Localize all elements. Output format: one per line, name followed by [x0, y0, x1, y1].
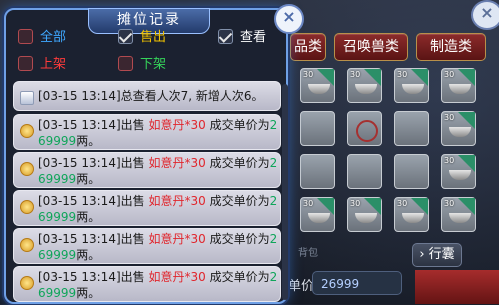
grid-slot-empty[interactable] [347, 154, 382, 189]
checkbox-icon[interactable] [118, 56, 133, 71]
tab-crafting[interactable]: 制造类 [416, 33, 486, 61]
coin-icon [20, 200, 34, 214]
grid-slot-empty[interactable] [300, 154, 335, 189]
record-list: [03-15 13:14]总查看人次7, 新增人次6。 [03-15 13:14… [13, 81, 281, 305]
price-label: 单价 [288, 279, 315, 294]
grid-slot-bowl[interactable]: 30 [300, 197, 335, 232]
blocked-icon [356, 120, 378, 142]
bowl-icon [308, 84, 330, 94]
checkbox-icon[interactable] [18, 56, 33, 71]
scrollbar[interactable] [282, 84, 288, 300]
bowl-icon [355, 84, 377, 94]
bowl-icon [449, 213, 471, 223]
coin-icon [20, 124, 34, 138]
grid-slot-bowl[interactable]: 30 [441, 154, 476, 189]
close-icon[interactable]: × [471, 0, 499, 30]
grid-slot-bowl[interactable]: 30 [394, 197, 429, 232]
checkbox-checked-icon[interactable] [118, 29, 133, 44]
grid-slot-bowl[interactable]: 30 [394, 68, 429, 103]
grid-slot-bowl[interactable]: 30 [347, 197, 382, 232]
grid-slot-locked[interactable] [347, 111, 382, 146]
bowl-icon [402, 84, 424, 94]
coin-icon [20, 238, 34, 252]
item-grid: 30 30 30 30 30 30 30 30 30 30 [300, 68, 480, 238]
bag-label: 背包 [298, 248, 318, 259]
grid-slot-bowl[interactable]: 30 [347, 68, 382, 103]
coin-icon [20, 276, 34, 290]
grid-slot-bowl[interactable]: 30 [441, 197, 476, 232]
list-item: [03-15 13:14]出售 如意丹*30 成交单价为2 69999两。 [13, 114, 281, 150]
grid-slot-bowl[interactable]: 30 [300, 68, 335, 103]
bowl-icon [355, 213, 377, 223]
grid-slot-empty[interactable] [300, 111, 335, 146]
coin-icon [20, 162, 34, 176]
bag-button[interactable]: › 行囊 [412, 243, 462, 267]
grid-slot-bowl[interactable]: 30 [441, 68, 476, 103]
stall-record-dialog: 摊位记录 × 全部 售出 查看 上架 下架 [03-15 13:14]总查看人次… [4, 4, 304, 305]
list-item: [03-15 13:14]出售 如意丹*30 成交单价为2 69999两。 [13, 152, 281, 188]
tab-category[interactable]: 品类 [290, 33, 326, 61]
chevron-right-icon: › [419, 247, 429, 262]
tab-summon-pets[interactable]: 召唤兽类 [334, 33, 408, 61]
price-input[interactable]: 26999 [312, 271, 402, 295]
list-item: [03-15 13:14]总查看人次7, 新增人次6。 [13, 81, 281, 111]
close-icon[interactable]: × [274, 4, 304, 34]
grid-slot-empty[interactable] [394, 154, 429, 189]
bowl-icon [449, 84, 471, 94]
action-button-partial[interactable] [415, 270, 499, 304]
grid-slot-bowl[interactable]: 30 [441, 111, 476, 146]
checkbox-checked-icon[interactable] [218, 29, 233, 44]
checkbox-icon[interactable] [18, 29, 33, 44]
bowl-icon [449, 127, 471, 137]
list-item: [03-15 13:14]出售 如意丹*30 成交单价为2 69999两。 [13, 190, 281, 226]
bowl-icon [449, 170, 471, 180]
bowl-icon [402, 213, 424, 223]
list-item: [03-15 13:14]出售 如意丹*30 成交单价为2 69999两。 [13, 266, 281, 302]
bowl-icon [308, 213, 330, 223]
list-item: [03-15 13:14]出售 如意丹*30 成交单价为2 69999两。 [13, 228, 281, 264]
tag-icon [20, 91, 34, 105]
grid-slot-empty[interactable] [394, 111, 429, 146]
